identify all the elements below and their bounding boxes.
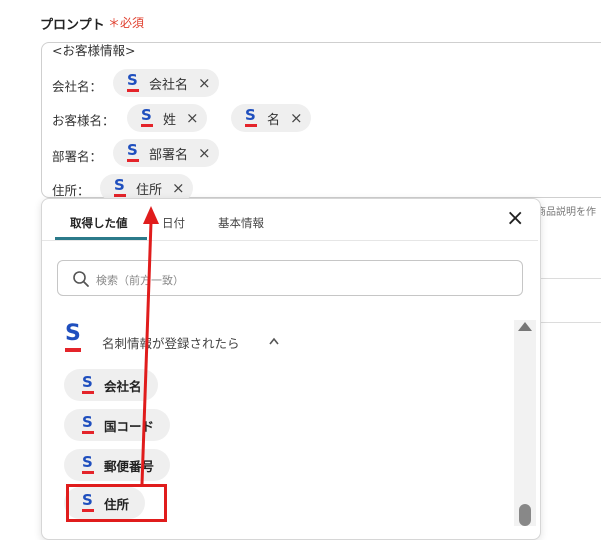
annotation-arrow xyxy=(140,206,159,485)
